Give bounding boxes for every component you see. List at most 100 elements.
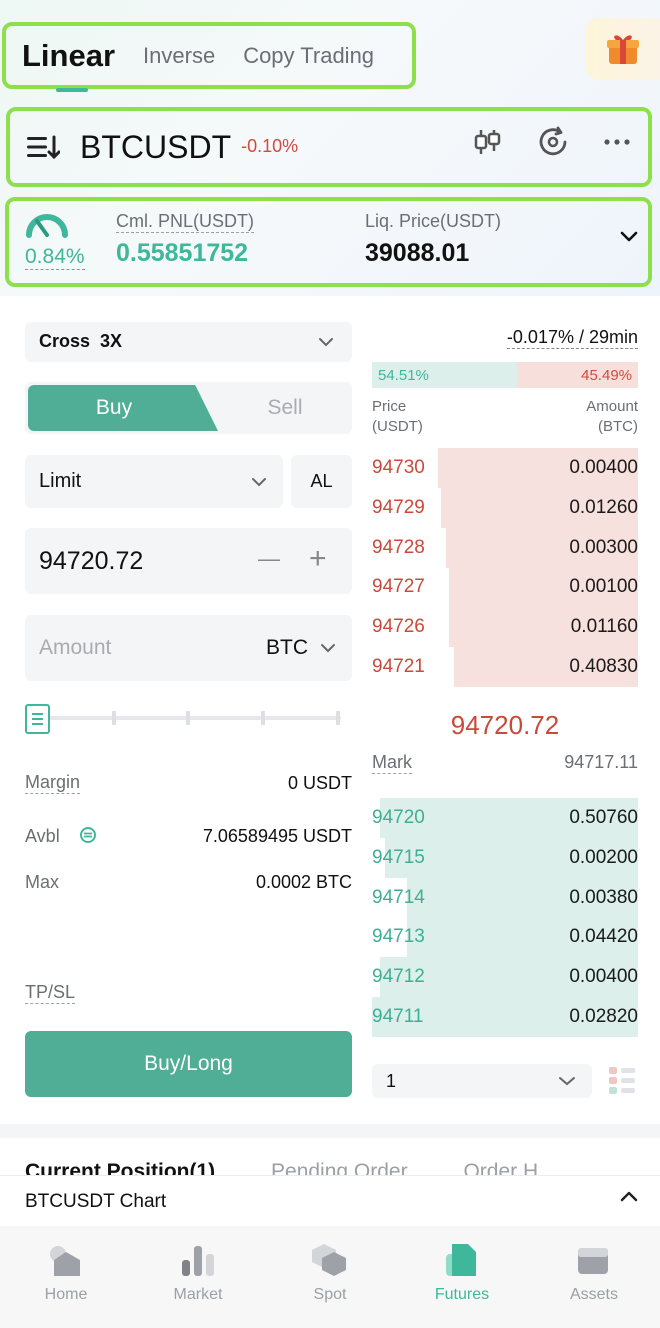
ask-row[interactable]: 94728 0.00300: [372, 527, 638, 568]
transfer-icon[interactable]: [79, 826, 97, 844]
assets-icon: [578, 1248, 608, 1274]
price-decrement-button[interactable]: —: [258, 546, 280, 572]
ask-price: 94727: [372, 576, 425, 598]
last-price[interactable]: 94720.72: [372, 710, 638, 741]
bid-row[interactable]: 94715 0.00200: [372, 837, 638, 878]
nav-label: Market: [173, 1286, 223, 1303]
ask-row[interactable]: 94729 0.01260: [372, 487, 638, 528]
ask-amount: 0.00300: [569, 536, 638, 558]
chart-bar[interactable]: BTCUSDT Chart: [0, 1175, 660, 1226]
ask-price: 94728: [372, 536, 425, 558]
candlestick-icon[interactable]: [472, 127, 502, 157]
slider-tick: [261, 711, 265, 725]
menu-sort-icon[interactable]: [26, 133, 60, 161]
al-button[interactable]: AL: [291, 455, 352, 508]
chevron-down-icon: [319, 338, 333, 347]
liq-price-label: Liq. Price(USDT): [365, 211, 502, 231]
mark-price: 94717.11: [564, 752, 638, 772]
sell-tab[interactable]: Sell: [220, 385, 350, 431]
refresh-target-icon[interactable]: [536, 125, 570, 159]
price-increment-button[interactable]: +: [309, 542, 327, 576]
market-tabs: Linear Inverse Copy Trading: [2, 22, 416, 89]
order-type-select[interactable]: Limit: [25, 455, 283, 508]
sell-ratio: 45.49%: [516, 362, 638, 388]
active-tab-indicator: [56, 88, 88, 92]
ask-price: 94730: [372, 457, 425, 478]
nav-label: Home: [44, 1286, 88, 1303]
bid-row[interactable]: 94711 0.02820: [372, 997, 638, 1037]
bid-row[interactable]: 94713 0.04420: [372, 917, 638, 958]
chevron-down-icon[interactable]: [620, 231, 638, 243]
chevron-up-icon[interactable]: [620, 1190, 638, 1202]
bid-row[interactable]: 94712 0.00400: [372, 957, 638, 998]
bid-amount: 0.04420: [569, 926, 638, 948]
pnl-percent: 0.84%: [25, 245, 85, 270]
funding-rate[interactable]: -0.017% / 29min: [506, 327, 638, 349]
buy-sell-ratio: 54.51% 45.49%: [372, 362, 638, 388]
tab-linear[interactable]: Linear: [22, 38, 115, 74]
slider-tick: [186, 711, 190, 725]
bid-price: 94715: [372, 846, 425, 868]
bid-price: 94713: [372, 926, 425, 948]
amount-input[interactable]: Amount BTC: [25, 615, 352, 681]
precision-select[interactable]: 1: [372, 1064, 592, 1098]
nav-home[interactable]: Home: [0, 1226, 132, 1328]
futures-icon: [446, 1244, 476, 1276]
more-icon[interactable]: [604, 137, 630, 147]
liq-price-value: 39088.01: [365, 239, 470, 267]
bid-price: 94711: [372, 1006, 424, 1027]
chevron-down-icon: [321, 644, 335, 653]
pair-row: BTCUSDT -0.10%: [6, 107, 652, 187]
price-header: Price (USDT): [372, 398, 423, 435]
max-value: 0.0002 BTC: [255, 872, 352, 892]
tab-inverse[interactable]: Inverse: [143, 43, 215, 69]
chart-bar-title: BTCUSDT Chart: [25, 1191, 167, 1212]
side-toggle: Buy Sell: [25, 382, 352, 434]
order-type: Limit: [39, 470, 82, 492]
bid-row[interactable]: 94714 0.00380: [372, 877, 638, 918]
bid-row[interactable]: 94720 0.50760: [372, 798, 638, 838]
avbl-value: 7.06589495 USDT: [202, 826, 352, 846]
ask-amount: 0.01160: [570, 616, 638, 638]
bid-amount: 0.50760: [569, 807, 638, 828]
ask-row[interactable]: 94721 0.40830: [372, 647, 638, 687]
tab-copy-trading[interactable]: Copy Trading: [243, 43, 374, 69]
home-icon: [50, 1246, 80, 1276]
ask-amount: 0.00400: [569, 457, 638, 478]
margin-mode-select[interactable]: Cross 3X: [25, 322, 352, 362]
pair-symbol[interactable]: BTCUSDT: [80, 129, 231, 166]
nav-futures[interactable]: Futures: [396, 1226, 528, 1328]
ask-row[interactable]: 94730 0.00400: [372, 448, 638, 488]
amount-unit[interactable]: BTC: [266, 636, 308, 660]
buy-tab[interactable]: Buy: [28, 385, 218, 431]
leverage: 3X: [100, 331, 123, 351]
ask-row[interactable]: 94726 0.01160: [372, 607, 638, 648]
amount-slider[interactable]: [25, 702, 345, 734]
nav-spot[interactable]: Spot: [264, 1226, 396, 1328]
chevron-down-icon: [252, 478, 266, 487]
slider-handle[interactable]: [25, 704, 50, 734]
gauge-icon: [26, 214, 68, 238]
tpsl-toggle[interactable]: TP/SL: [25, 982, 76, 1004]
buy-ratio: 54.51%: [372, 362, 517, 388]
pair-actions: [472, 125, 630, 159]
position-summary[interactable]: 0.84% Cml. PNL(USDT) 0.55851752 Liq. Pri…: [5, 197, 652, 287]
nav-assets[interactable]: Assets: [528, 1226, 660, 1328]
ask-price: 94729: [372, 496, 425, 518]
gift-button[interactable]: [585, 18, 660, 80]
bid-price: 94714: [372, 886, 425, 908]
pair-change: -0.10%: [241, 135, 299, 156]
nav-label: Spot: [313, 1286, 347, 1303]
buy-long-button[interactable]: Buy/Long: [25, 1031, 352, 1097]
ask-amount: 0.40830: [569, 656, 638, 677]
price-input[interactable]: 94720.72 — +: [25, 528, 352, 594]
book-layout-icon[interactable]: [609, 1066, 635, 1096]
ask-row[interactable]: 94727 0.00100: [372, 567, 638, 608]
gift-icon: [606, 35, 639, 64]
avbl-label: Avbl: [25, 826, 60, 846]
ask-amount: 0.01260: [569, 496, 638, 518]
nav-market[interactable]: Market: [132, 1226, 264, 1328]
ask-price: 94721: [372, 656, 425, 677]
slider-tick: [336, 711, 340, 725]
margin-label: Margin: [25, 772, 81, 794]
